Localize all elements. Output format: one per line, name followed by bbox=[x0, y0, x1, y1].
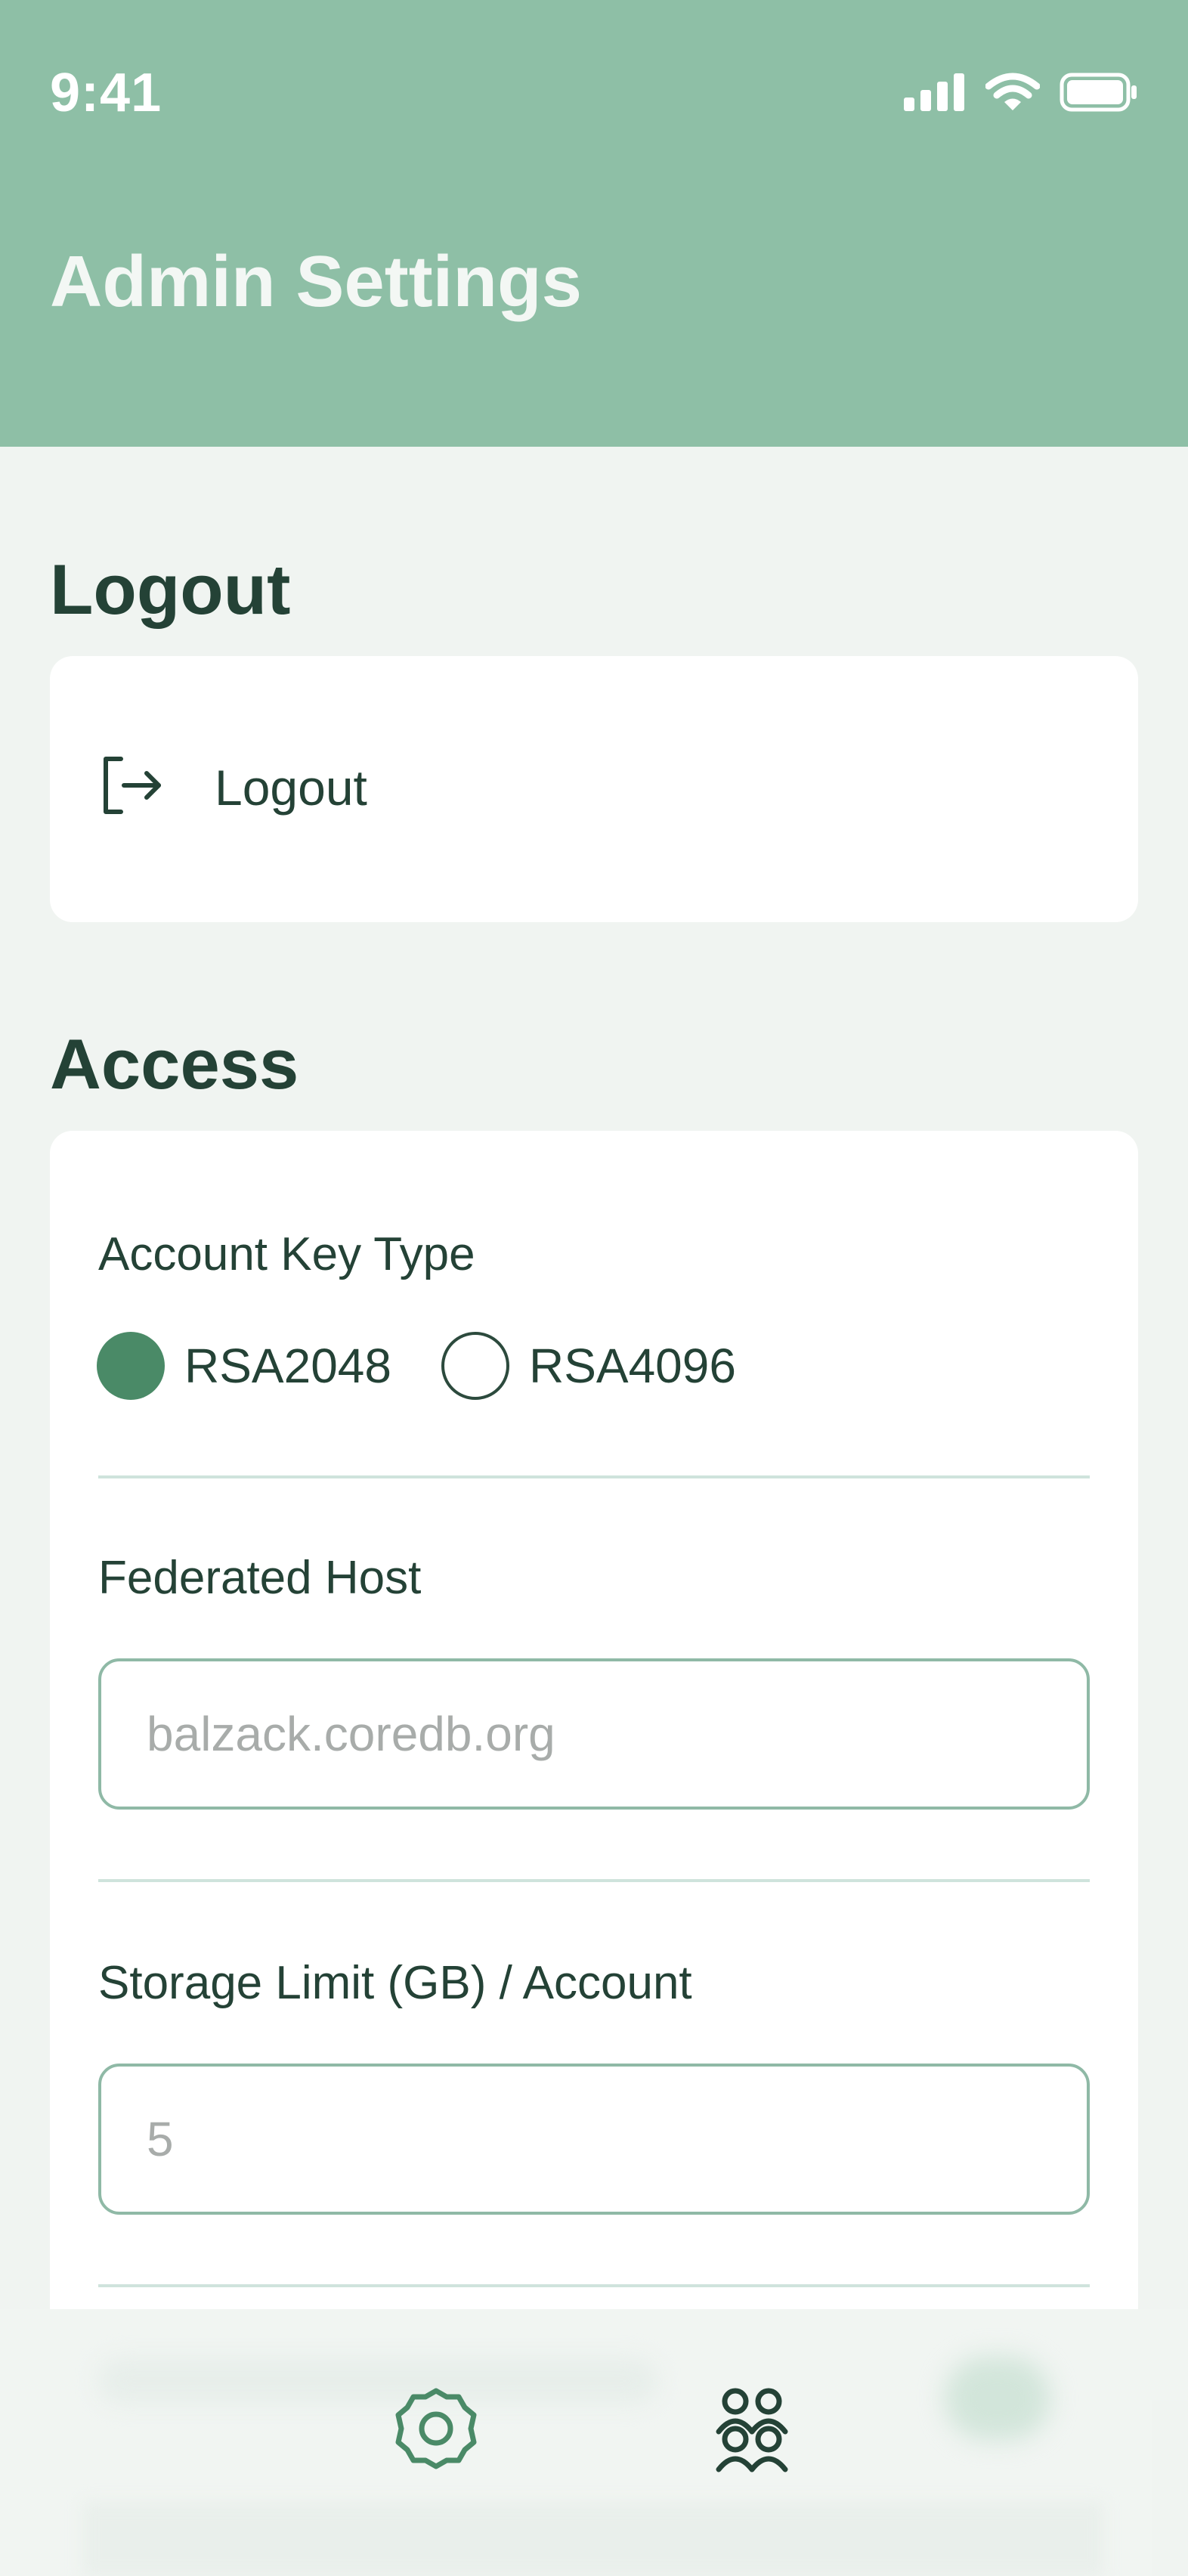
cellular-signal-icon bbox=[904, 73, 966, 115]
battery-icon bbox=[1060, 73, 1138, 116]
radio-rsa4096[interactable] bbox=[441, 1332, 509, 1400]
account-key-type-radio-group: RSA2048 RSA4096 bbox=[97, 1332, 786, 1400]
status-time: 9:41 bbox=[50, 63, 162, 123]
app-header: 9:41 Admin Settings bbox=[0, 0, 1188, 447]
tab-settings[interactable] bbox=[387, 2381, 485, 2479]
blurred-content bbox=[83, 2502, 1103, 2576]
logout-section-title: Logout bbox=[50, 550, 291, 629]
account-key-type-label: Account Key Type bbox=[98, 1228, 475, 1280]
logout-label: Logout bbox=[215, 759, 367, 816]
gear-icon bbox=[391, 2383, 481, 2478]
tab-accounts[interactable] bbox=[703, 2381, 801, 2479]
storage-limit-label: Storage Limit (GB) / Account bbox=[98, 1957, 692, 2009]
logout-icon bbox=[98, 753, 163, 822]
divider bbox=[98, 1879, 1090, 1882]
tab-bar bbox=[0, 2381, 1188, 2479]
status-icons bbox=[904, 73, 1138, 116]
logout-button[interactable]: Logout bbox=[98, 753, 367, 822]
storage-limit-input[interactable] bbox=[98, 2064, 1090, 2215]
federated-host-label: Federated Host bbox=[98, 1552, 422, 1604]
federated-host-input[interactable] bbox=[98, 1658, 1090, 1810]
radio-rsa2048[interactable] bbox=[97, 1332, 165, 1400]
radio-rsa4096-label[interactable]: RSA4096 bbox=[529, 1338, 736, 1394]
users-icon bbox=[708, 2385, 796, 2476]
wifi-icon bbox=[985, 73, 1041, 116]
access-section-title: Access bbox=[50, 1024, 299, 1104]
divider bbox=[98, 1475, 1090, 1478]
radio-rsa2048-label[interactable]: RSA2048 bbox=[184, 1338, 391, 1394]
divider bbox=[98, 2284, 1090, 2287]
page-title: Admin Settings bbox=[50, 241, 583, 322]
